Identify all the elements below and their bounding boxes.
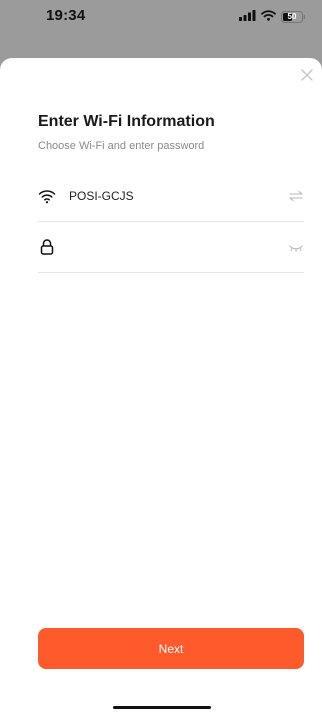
- next-button[interactable]: Next: [38, 628, 304, 669]
- home-indicator[interactable]: [113, 706, 211, 709]
- lock-icon: [38, 238, 56, 256]
- screen: 19:34 50 Enter Wi-Fi Information Choose …: [0, 0, 322, 713]
- close-icon: [301, 69, 313, 81]
- eye-closed-icon[interactable]: [288, 239, 304, 255]
- password-input[interactable]: [69, 234, 269, 260]
- page-subtitle: Choose Wi-Fi and enter password: [38, 140, 205, 152]
- status-bar: 19:34 50: [0, 0, 322, 50]
- password-row: [38, 222, 304, 273]
- wifi-icon: [38, 187, 56, 205]
- status-time: 19:34: [46, 7, 86, 24]
- close-button[interactable]: [300, 68, 314, 82]
- switch-network-icon[interactable]: [288, 188, 304, 204]
- wifi-network-name: POSI-GCJS: [69, 189, 134, 203]
- page-title: Enter Wi-Fi Information: [38, 113, 215, 130]
- wifi-network-row[interactable]: POSI-GCJS: [38, 171, 304, 222]
- wifi-info-sheet: Enter Wi-Fi Information Choose Wi-Fi and…: [0, 58, 322, 713]
- status-icons: 50: [239, 8, 306, 26]
- battery-icon: 50: [281, 11, 306, 23]
- signal-icon: [239, 8, 256, 26]
- wifi-icon: [261, 8, 276, 26]
- battery-level: 50: [287, 12, 297, 21]
